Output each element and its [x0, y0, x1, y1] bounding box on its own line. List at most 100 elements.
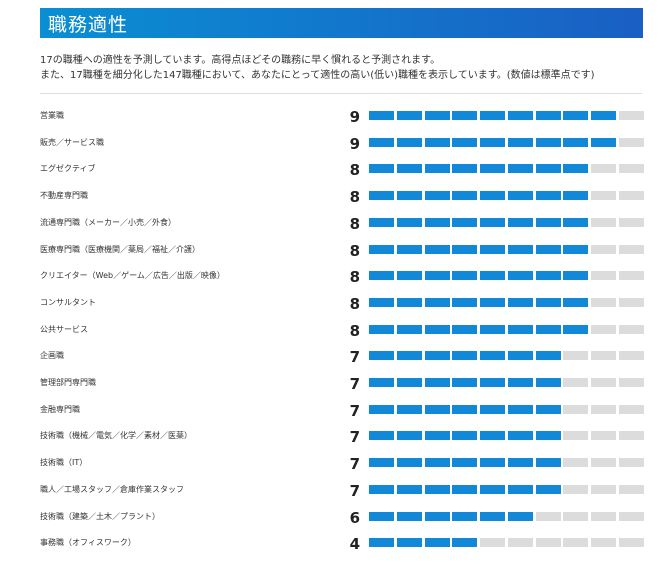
bar-segment-filled	[507, 297, 533, 307]
bar-segment-empty	[619, 297, 645, 307]
category-label: 管理部門専門職	[40, 378, 96, 387]
bar-segment-filled	[535, 137, 561, 147]
bar-segment-filled	[480, 351, 506, 361]
bar-segment-empty	[563, 404, 589, 414]
bar-segment-empty	[591, 378, 617, 387]
bar-segment-filled	[369, 217, 394, 227]
bar-segment-filled	[507, 458, 533, 468]
bar-segment-filled	[396, 297, 422, 307]
bar-segment-filled	[369, 191, 394, 201]
bar-segment-filled	[480, 431, 506, 441]
bar-segment-filled	[507, 111, 533, 120]
bar-segment-filled	[480, 458, 506, 468]
bar-segment-filled	[507, 378, 533, 387]
bar-segment-filled	[369, 137, 394, 147]
bar-segment-empty	[591, 324, 617, 334]
score-bar	[369, 538, 645, 548]
bar-segment-filled	[535, 191, 561, 201]
bar-segment-filled	[424, 297, 450, 307]
bar-segment-filled	[563, 271, 589, 281]
score-bar	[369, 431, 645, 441]
bar-segment-empty	[619, 164, 645, 174]
bar-segment-empty	[591, 511, 617, 521]
bar-segment-filled	[535, 404, 561, 414]
bar-segment-filled	[452, 378, 478, 387]
bar-segment-empty	[591, 404, 617, 414]
chart-row: 技術職（IT） 7	[0, 456, 670, 484]
bar-segment-filled	[369, 538, 394, 548]
bar-segment-empty	[619, 244, 645, 254]
category-label: エグゼクティブ	[40, 164, 96, 174]
category-label: 流通専門職（メーカー／小売／外食）	[40, 217, 176, 227]
bar-segment-empty	[619, 511, 645, 521]
category-label: 販売／サービス職	[40, 137, 104, 147]
bar-segment-filled	[480, 244, 506, 254]
score-value: 7	[349, 348, 360, 367]
bar-segment-filled	[507, 244, 533, 254]
bar-segment-filled	[452, 351, 478, 361]
bar-segment-filled	[480, 271, 506, 281]
bar-segment-filled	[369, 431, 394, 441]
chart-row: クリエイター（Web／ゲーム／広告／出版／映像） 8	[0, 269, 670, 297]
bar-segment-filled	[396, 404, 422, 414]
bar-segment-filled	[396, 137, 422, 147]
bar-segment-filled	[480, 111, 506, 120]
bar-segment-empty	[619, 217, 645, 227]
score-value: 8	[349, 214, 360, 233]
bar-segment-filled	[369, 458, 394, 468]
bar-segment-filled	[424, 164, 450, 174]
score-bar	[369, 164, 645, 174]
bar-segment-filled	[535, 351, 561, 361]
bar-segment-filled	[535, 324, 561, 334]
bar-segment-filled	[507, 164, 533, 174]
score-bar	[369, 271, 645, 281]
bar-segment-filled	[424, 511, 450, 521]
bar-segment-filled	[535, 484, 561, 494]
bar-segment-filled	[369, 297, 394, 307]
bar-segment-filled	[396, 164, 422, 174]
bar-segment-empty	[619, 324, 645, 334]
bar-segment-filled	[369, 324, 394, 334]
bar-segment-filled	[480, 378, 506, 387]
bar-segment-filled	[507, 324, 533, 334]
chart-row: 公共サービス 8	[0, 323, 670, 351]
bar-segment-filled	[507, 431, 533, 441]
score-value: 8	[349, 161, 360, 180]
bar-segment-filled	[452, 511, 478, 521]
chart-row: コンサルタント 8	[0, 296, 670, 324]
bar-segment-empty	[563, 538, 589, 548]
bar-segment-filled	[563, 217, 589, 227]
bar-segment-filled	[535, 297, 561, 307]
bar-segment-empty	[563, 378, 589, 387]
bar-segment-filled	[563, 111, 589, 120]
bar-segment-empty	[507, 538, 533, 548]
bar-segment-empty	[535, 538, 561, 548]
bar-segment-empty	[591, 271, 617, 281]
bar-segment-filled	[424, 404, 450, 414]
bar-segment-empty	[619, 111, 645, 120]
bar-segment-filled	[396, 271, 422, 281]
category-label: 金融専門職	[40, 404, 80, 414]
bar-segment-filled	[424, 458, 450, 468]
bar-segment-filled	[507, 511, 533, 521]
bar-segment-filled	[591, 111, 617, 120]
bar-segment-filled	[452, 404, 478, 414]
bar-segment-filled	[535, 271, 561, 281]
bar-segment-filled	[535, 431, 561, 441]
score-bar	[369, 244, 645, 254]
bar-segment-empty	[563, 484, 589, 494]
bar-segment-filled	[396, 111, 422, 120]
bar-segment-empty	[535, 511, 561, 521]
category-label: クリエイター（Web／ゲーム／広告／出版／映像）	[40, 271, 225, 281]
bar-segment-empty	[619, 191, 645, 201]
bar-segment-filled	[507, 351, 533, 361]
bar-segment-empty	[619, 484, 645, 494]
bar-segment-filled	[452, 538, 478, 548]
category-label: 技術職（IT）	[40, 458, 88, 468]
chart-row: 金融専門職 7	[0, 403, 670, 431]
chart-row: 流通専門職（メーカー／小売／外食） 8	[0, 214, 670, 244]
bar-segment-filled	[369, 378, 394, 387]
bar-segment-filled	[507, 217, 533, 227]
bar-segment-filled	[452, 191, 478, 201]
category-label: 医療専門職（医療機関／薬局／福祉／介護）	[40, 244, 200, 254]
